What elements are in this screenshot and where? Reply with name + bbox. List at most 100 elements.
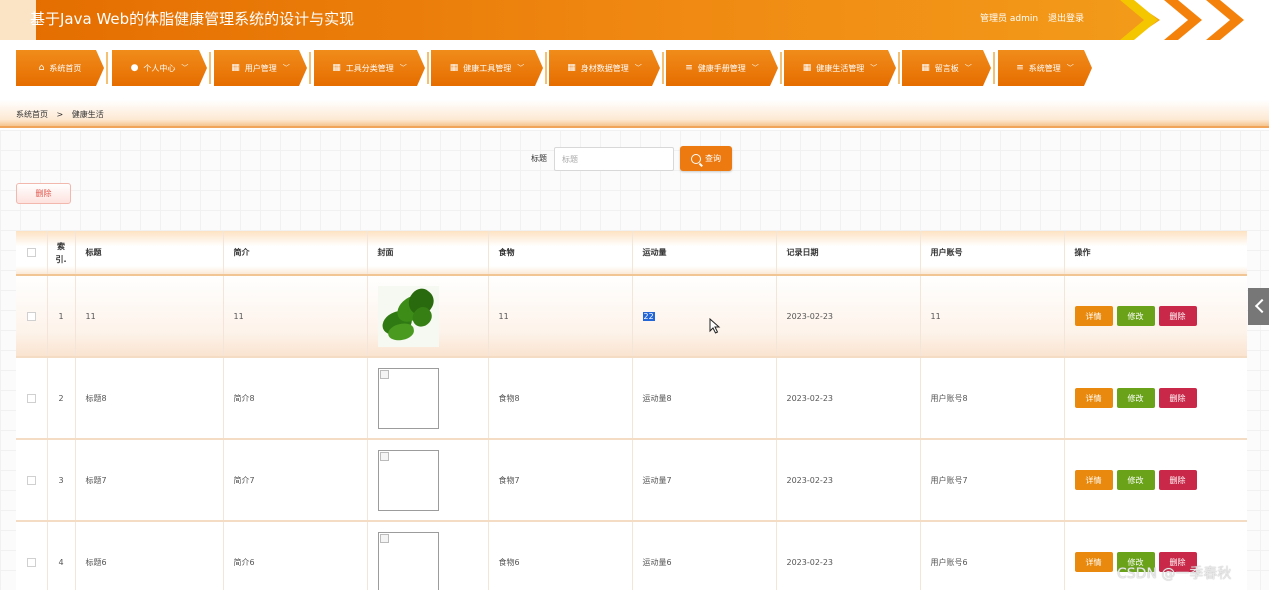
chevron-down-icon: ﹀ [282, 64, 290, 72]
search-input[interactable] [554, 147, 674, 171]
chevron-down-icon: ﹀ [517, 64, 525, 72]
row-actions: 详情 修改 删除 [1064, 439, 1247, 522]
row-account: 用户账号6 [920, 521, 1065, 590]
select-all-cell [16, 231, 48, 276]
grid-icon: ▦ [567, 62, 576, 73]
cover-image-bok-choy [377, 285, 439, 347]
nav-item-home[interactable]: ⌂ 系统首页 [16, 50, 104, 86]
side-panel-toggle[interactable] [1248, 288, 1269, 325]
row-title: 11 [75, 275, 224, 358]
row-select-cell [16, 275, 48, 358]
select-all-checkbox[interactable] [26, 248, 36, 257]
row-intro: 简介7 [223, 439, 368, 522]
row-checkbox[interactable] [26, 311, 36, 321]
mouse-cursor-icon [709, 318, 721, 334]
row-select-cell [16, 439, 48, 522]
nav-divider [662, 52, 664, 84]
delete-button[interactable]: 删除 [1158, 470, 1197, 490]
row-title: 标题6 [75, 521, 224, 590]
grid-icon: ▦ [332, 62, 341, 73]
logout-link[interactable]: 退出登录 [1048, 14, 1084, 24]
row-food: 11 [488, 275, 633, 358]
detail-button[interactable]: 详情 [1074, 388, 1113, 408]
row-checkbox[interactable] [26, 475, 36, 485]
column-header-actions: 操作 [1064, 231, 1247, 276]
search-button-label: 查询 [705, 154, 721, 163]
nav-item-body-data[interactable]: ▦ 身材数据管理 ﹀ [549, 50, 660, 86]
header-chevron-decoration [1206, 0, 1244, 40]
detail-button[interactable]: 详情 [1074, 306, 1113, 326]
broken-image-placeholder [377, 449, 439, 511]
nav-item-label: 工具分类管理 [345, 63, 394, 73]
nav-item-label: 系统管理 [1028, 63, 1061, 73]
nav-item-user-management[interactable]: ▦ 用户管理 ﹀ [214, 50, 307, 86]
table-row: 3 标题7 简介7 食物7 运动量7 2023-02-23 用户账号7 详情 修… [16, 439, 1247, 522]
main-nav: ⌂ 系统首页 ● 个人中心 ﹀ ▦ 用户管理 ﹀ ▦ 工具分类管理 ﹀ ▦ 健康… [0, 50, 1269, 86]
nav-item-healthy-living[interactable]: ▦ 健康生活管理 ﹀ [784, 50, 896, 86]
broken-image-icon [379, 451, 389, 461]
table-row: 1 11 11 11 22 2023-02-23 11 详情 修改 删除 [16, 275, 1247, 358]
nav-item-personal-center[interactable]: ● 个人中心 ﹀ [112, 50, 207, 86]
nav-item-tool-category[interactable]: ▦ 工具分类管理 ﹀ [314, 50, 425, 86]
grid-icon: ▦ [921, 62, 930, 73]
header-user-area: 管理员 admin 退出登录 [980, 11, 1091, 24]
nav-item-message-board[interactable]: ▦ 留言板 ﹀ [902, 50, 991, 86]
row-title: 标题8 [75, 357, 224, 440]
chevron-down-icon: ﹀ [1066, 64, 1074, 72]
nav-divider [780, 52, 782, 84]
nav-item-label: 用户管理 [244, 63, 277, 73]
nav-divider [898, 52, 900, 84]
broken-image-icon [379, 533, 389, 543]
nav-item-label: 个人中心 [143, 63, 176, 73]
row-date: 2023-02-23 [776, 275, 921, 358]
row-date: 2023-02-23 [776, 439, 921, 522]
app-title: 基于Java Web的体脂健康管理系统的设计与实现 [30, 10, 355, 28]
detail-button[interactable]: 详情 [1074, 470, 1113, 490]
column-header-exercise: 运动量 [632, 231, 777, 276]
list-icon: ≡ [1016, 62, 1024, 73]
row-exercise: 运动量8 [632, 357, 777, 440]
delete-button[interactable]: 删除 [1158, 388, 1197, 408]
table-row: 2 标题8 简介8 食物8 运动量8 2023-02-23 用户账号8 详情 修… [16, 357, 1247, 440]
nav-item-label: 健康生活管理 [816, 63, 865, 73]
selected-text: 22 [642, 311, 655, 321]
breadcrumb-bar: 系统首页 > 健康生活 [0, 100, 1269, 128]
bulk-delete-button[interactable]: 删除 [16, 183, 71, 204]
grid-icon: ▦ [231, 62, 240, 73]
row-index: 1 [47, 275, 76, 358]
row-checkbox[interactable] [26, 557, 36, 567]
data-table: 索 引. 标题 简介 封面 食物 运动量 记录日期 用户账号 操作 1 11 1… [16, 231, 1247, 590]
row-actions: 详情 修改 删除 [1064, 275, 1247, 358]
edit-button[interactable]: 修改 [1116, 388, 1155, 408]
breadcrumb-home-link[interactable]: 系统首页 [16, 110, 48, 119]
search-label: 标题 [531, 154, 547, 163]
nav-item-label: 身材数据管理 [580, 63, 629, 73]
nav-item-system-management[interactable]: ≡ 系统管理 ﹀ [998, 50, 1092, 86]
detail-button[interactable]: 详情 [1074, 552, 1113, 572]
grid-icon: ▦ [802, 62, 812, 73]
column-header-intro: 简介 [223, 231, 368, 276]
edit-button[interactable]: 修改 [1116, 306, 1155, 326]
row-cover-cell [367, 357, 489, 440]
row-checkbox[interactable] [26, 393, 36, 403]
delete-button[interactable]: 删除 [1158, 306, 1197, 326]
broken-image-placeholder [377, 531, 439, 590]
nav-item-label: 系统首页 [49, 63, 82, 73]
edit-button[interactable]: 修改 [1116, 470, 1155, 490]
row-select-cell [16, 521, 48, 590]
user-icon: ● [130, 62, 139, 73]
current-user-label: 管理员 admin [980, 14, 1039, 24]
nav-item-health-tools[interactable]: ▦ 健康工具管理 ﹀ [431, 50, 543, 86]
nav-item-health-manual[interactable]: ≡ 健康手册管理 ﹀ [666, 50, 778, 86]
chevron-down-icon: ﹀ [181, 64, 189, 72]
nav-item-label: 留言板 [934, 63, 959, 73]
row-actions: 详情 修改 删除 [1064, 357, 1247, 440]
row-intro: 简介8 [223, 357, 368, 440]
search-button[interactable]: 查询 [680, 146, 732, 171]
row-cover-cell [367, 521, 489, 590]
nav-divider [545, 52, 547, 84]
breadcrumb-separator: > [56, 110, 64, 119]
column-header-date: 记录日期 [776, 231, 921, 276]
table-header-row: 索 引. 标题 简介 封面 食物 运动量 记录日期 用户账号 操作 [16, 231, 1247, 276]
chevron-down-icon: ﹀ [634, 64, 642, 72]
